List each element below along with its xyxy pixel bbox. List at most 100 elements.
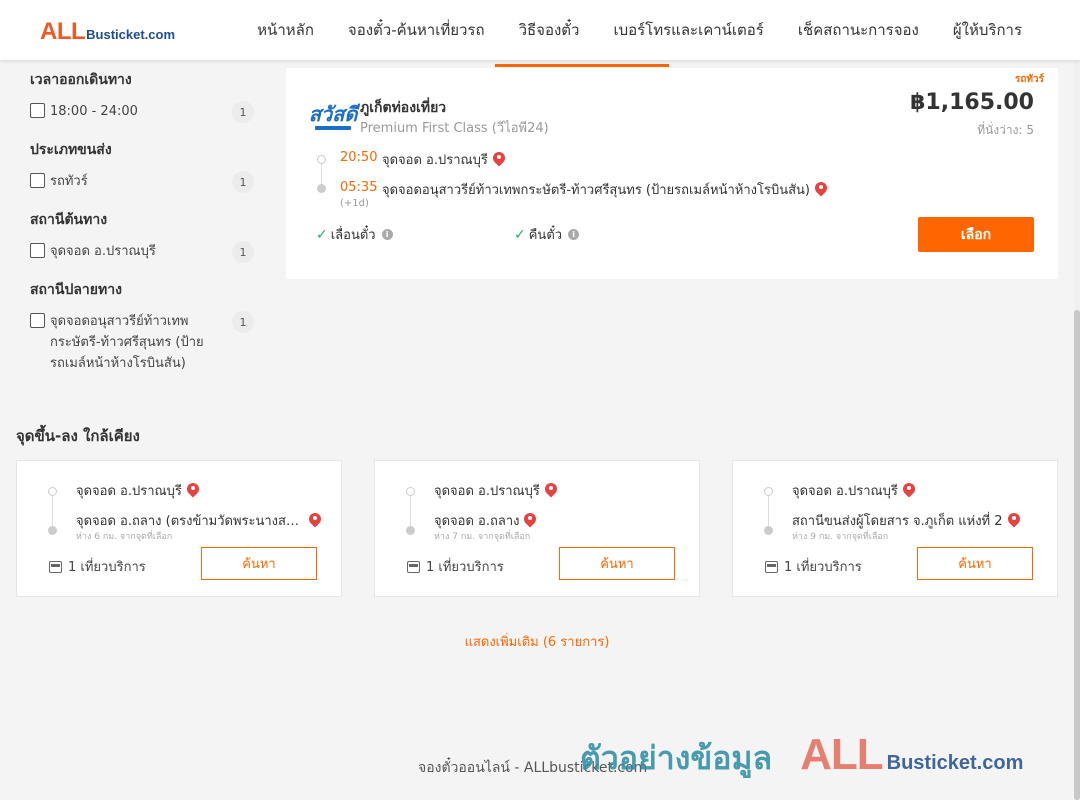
info-icon[interactable]: i — [381, 229, 393, 240]
map-pin-icon[interactable] — [903, 483, 915, 499]
map-pin-icon[interactable] — [1008, 513, 1020, 529]
arrival-stop-label: จุดจอดอนุสาวรีย์ท้าวเทพกระษัตรี-ท้าวศรีส… — [382, 183, 810, 198]
filter-option-label: จุดจอดอนุสาวรีย์ท้าวเทพกระษัตรี-ท้าวศรีส… — [50, 314, 204, 371]
top-header: ALL Busticket.com หน้าหลัก จองตั๋ว-ค้นหา… — [0, 0, 1080, 67]
origin-dot-icon — [406, 487, 415, 496]
nearby-from: จุดจอด อ.ปราณบุรี — [76, 480, 199, 501]
filter-option[interactable]: จุดจอดอนุสาวรีย์ท้าวเทพกระษัตรี-ท้าวศรีส… — [30, 311, 260, 374]
nav-contact-counters[interactable]: เบอร์โทรและเคาน์เตอร์ — [613, 0, 763, 60]
route-line — [768, 495, 769, 529]
route-line — [410, 495, 411, 529]
nearby-card: จุดจอด อ.ปราณบุรี สถานีขนส่งผู้โดยสาร จ.… — [732, 460, 1058, 597]
nearby-to-label: จุดจอด อ.ถลาง — [434, 514, 520, 529]
departure-dot-icon — [317, 155, 326, 164]
nearby-to-label: จุดจอด อ.ถลาง (ตรงข้ามวัดพระนางสร้าง) — [76, 514, 304, 529]
operator-logo: สวัสดี — [309, 100, 357, 134]
nearby-from-label: จุดจอด อ.ปราณบุรี — [76, 484, 182, 499]
filter-option[interactable]: 18:00 - 24:00 1 — [30, 101, 260, 123]
map-pin-icon[interactable] — [815, 182, 827, 198]
check-icon: ✓ — [316, 226, 328, 243]
nav-check-status[interactable]: เช็คสถานะการจอง — [798, 0, 919, 60]
filter-group-destination: สถานีปลายทาง จุดจอดอนุสาวรีย์ท้าวเทพกระษ… — [30, 279, 260, 374]
select-trip-button[interactable]: เลือก — [918, 217, 1034, 252]
filter-checkbox[interactable] — [30, 173, 45, 188]
destination-dot-icon — [406, 526, 415, 535]
nearby-trip-count: 1 เที่ยวบริการ — [49, 556, 146, 577]
filter-count-badge: 1 — [232, 171, 254, 193]
filter-option-label: 18:00 - 24:00 — [50, 104, 138, 119]
check-icon: ✓ — [514, 226, 526, 243]
departure-stop-label: จุดจอด อ.ปราณบุรี — [382, 153, 488, 168]
nearby-from-label: จุดจอด อ.ปราณบุรี — [792, 484, 898, 499]
filter-title: ประเภทขนส่ง — [30, 142, 112, 158]
nearby-from: จุดจอด อ.ปราณบุรี — [792, 480, 915, 501]
nav-home[interactable]: หน้าหลัก — [257, 0, 314, 60]
scrollbar-thumb[interactable] — [1074, 310, 1080, 800]
filter-option-label: จุดจอด อ.ปราณบุรี — [50, 244, 156, 259]
trip-result-card: รถทัวร์ สวัสดี ภูเก็ตท่องเที่ยว Premium … — [286, 68, 1058, 279]
nearby-section-title: จุดขึ้น-ลง ใกล้เคียง — [16, 427, 140, 445]
filter-checkbox[interactable] — [30, 243, 45, 258]
filter-count-badge: 1 — [232, 241, 254, 263]
arrival-time: 05:35 — [340, 180, 378, 195]
map-pin-icon[interactable] — [545, 483, 557, 499]
page-scrollbar[interactable] — [1074, 60, 1080, 800]
watermark-text: ตัวอย่างข้อมูล — [580, 739, 773, 777]
operator-logo-underline — [315, 126, 351, 130]
origin-dot-icon — [48, 487, 57, 496]
nearby-card: จุดจอด อ.ปราณบุรี จุดจอด อ.ถลาง ห่าง 7 ก… — [374, 460, 700, 597]
watermark-logo-site: Busticket.com — [886, 752, 1024, 774]
map-pin-icon[interactable] — [187, 483, 199, 499]
destination-dot-icon — [48, 526, 57, 535]
filter-group-origin: สถานีต้นทาง จุดจอด อ.ปราณบุรี 1 — [30, 209, 260, 263]
filter-checkbox[interactable] — [30, 313, 45, 328]
filter-option-label: รถทัวร์ — [50, 174, 88, 189]
origin-dot-icon — [764, 487, 773, 496]
watermark: ตัวอย่างข้อมูล ALL Busticket.com — [580, 730, 1023, 784]
filter-group-transport-type: ประเภทขนส่ง รถทัวร์ 1 — [30, 139, 260, 193]
info-icon[interactable]: i — [568, 229, 580, 240]
filter-checkbox[interactable] — [30, 103, 45, 118]
operator-name: ภูเก็ตท่องเที่ยว — [360, 100, 447, 116]
logo-all: ALL — [40, 18, 86, 45]
feature-reschedule: ✓ เลื่อนตั๋ว i — [316, 224, 393, 245]
nav-how-to-book[interactable]: วิธีจองตั๋ว — [494, 0, 670, 67]
nav-operators[interactable]: ผู้ให้บริการ — [953, 0, 1022, 60]
bus-class: Premium First Class (วีไอพี24) — [360, 121, 549, 136]
filter-option[interactable]: จุดจอด อ.ปราณบุรี 1 — [30, 241, 260, 263]
next-day-indicator: (+1d) — [340, 198, 369, 209]
nearby-search-button[interactable]: ค้นหา — [917, 547, 1033, 580]
filter-count-badge: 1 — [232, 311, 254, 333]
nearby-to-label: สถานีขนส่งผู้โดยสาร จ.ภูเก็ต แห่งที่ 2 — [792, 514, 1003, 529]
nearby-distance: ห่าง 7 กม. จากจุดที่เลือก — [434, 532, 531, 542]
filter-sidebar: เวลาออกเดินทาง 18:00 - 24:00 1 ประเภทขนส… — [30, 60, 260, 390]
bus-icon — [765, 560, 778, 573]
feature-label: เลื่อนตั๋ว — [330, 228, 376, 243]
filter-title: เวลาออกเดินทาง — [30, 72, 132, 88]
main-nav: หน้าหลัก จองตั๋ว-ค้นหาเที่ยวรถ วิธีจองตั… — [257, 0, 1022, 67]
nearby-trip-count: 1 เที่ยวบริการ — [407, 556, 504, 577]
nav-book-search[interactable]: จองตั๋ว-ค้นหาเที่ยวรถ — [348, 0, 485, 60]
destination-dot-icon — [764, 526, 773, 535]
map-pin-icon[interactable] — [524, 513, 536, 529]
nearby-to: จุดจอด อ.ถลาง (ตรงข้ามวัดพระนางสร้าง) — [76, 510, 321, 531]
route-line — [52, 495, 53, 529]
map-pin-icon[interactable] — [493, 152, 505, 168]
map-pin-icon[interactable] — [309, 513, 321, 529]
filter-group-departure-time: เวลาออกเดินทาง 18:00 - 24:00 1 — [30, 69, 260, 123]
departure-time: 20:50 — [340, 150, 378, 165]
filter-option[interactable]: รถทัวร์ 1 — [30, 171, 260, 193]
show-more-link[interactable]: แสดงเพิ่มเติม (6 รายการ) — [0, 631, 1074, 652]
trip-count-label: 1 เที่ยวบริการ — [784, 560, 862, 575]
nearby-search-button[interactable]: ค้นหา — [559, 547, 675, 580]
nearby-to: จุดจอด อ.ถลาง — [434, 510, 536, 531]
nearby-from-label: จุดจอด อ.ปราณบุรี — [434, 484, 540, 499]
nearby-search-button[interactable]: ค้นหา — [201, 547, 317, 580]
nearby-to: สถานีขนส่งผู้โดยสาร จ.ภูเก็ต แห่งที่ 2 — [792, 510, 1020, 531]
site-logo[interactable]: ALL Busticket.com — [40, 18, 175, 46]
arrival-dot-icon — [317, 184, 326, 193]
trip-count-label: 1 เที่ยวบริการ — [426, 560, 504, 575]
departure-stop: จุดจอด อ.ปราณบุรี — [382, 149, 505, 170]
feature-refund: ✓ คืนตั๋ว i — [514, 224, 580, 245]
nearby-card: จุดจอด อ.ปราณบุรี จุดจอด อ.ถลาง (ตรงข้าม… — [16, 460, 342, 597]
